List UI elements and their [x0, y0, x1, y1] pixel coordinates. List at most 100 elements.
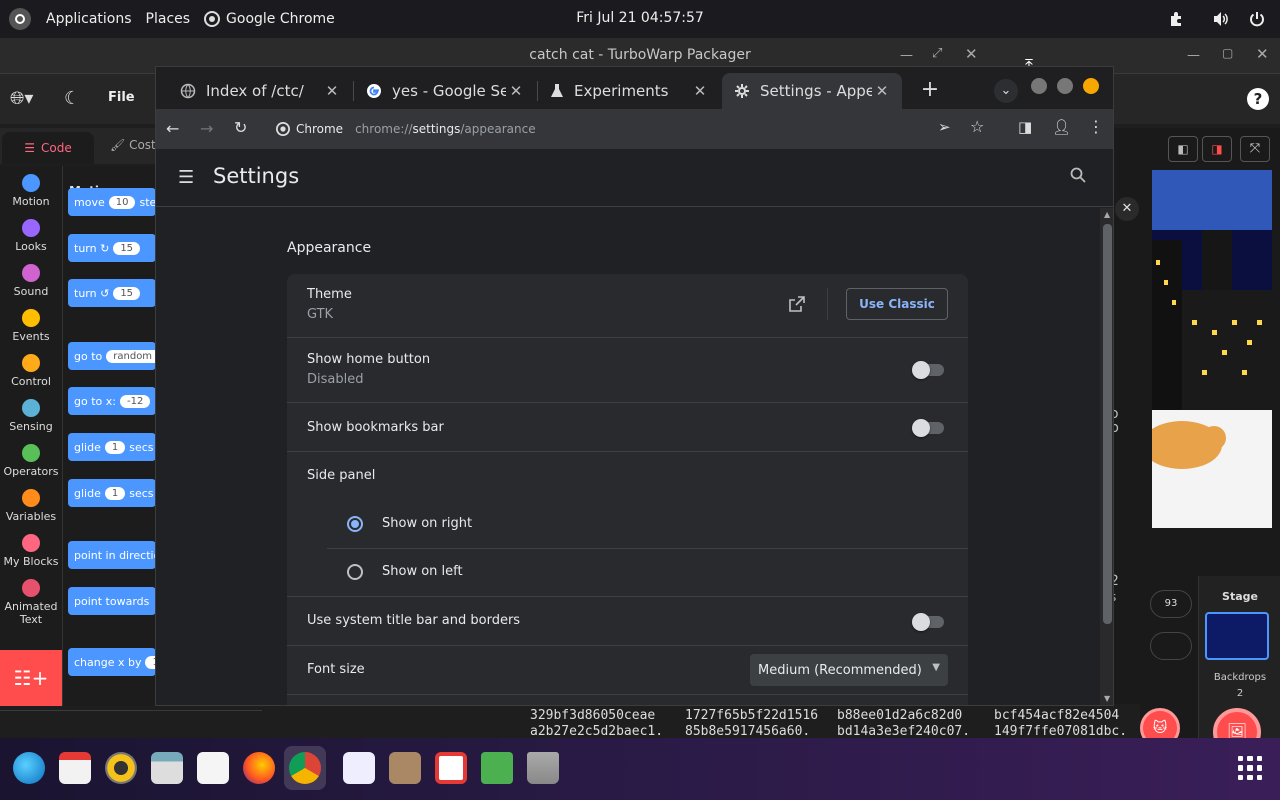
home-button-toggle[interactable] [912, 361, 944, 379]
trash-icon[interactable] [527, 752, 559, 784]
calendar-icon[interactable] [59, 752, 91, 784]
active-app-menu[interactable]: Google Chrome [204, 11, 335, 27]
window-close-button[interactable] [1083, 78, 1099, 94]
stage-close-icon[interactable]: ✕ [1115, 197, 1139, 221]
motion-block[interactable]: turn ↺ 15 [68, 279, 156, 307]
category-my-blocks[interactable]: My Blocks [0, 534, 62, 568]
moon-icon[interactable]: ☾ [64, 88, 80, 109]
block-input[interactable]: 1 [104, 486, 126, 500]
window-maximize-button[interactable] [1057, 78, 1073, 94]
scroll-down-icon[interactable]: ▼ [1104, 694, 1110, 703]
scrollbar[interactable]: ▲ ▼ [1100, 208, 1113, 705]
tab-close-icon[interactable]: ✕ [690, 81, 710, 101]
close-icon[interactable]: ✕ [965, 45, 978, 63]
chrome-dock-icon[interactable] [289, 752, 321, 784]
side-panel-icon[interactable]: ◨ [1018, 118, 1032, 136]
back-icon[interactable]: ← [166, 119, 179, 138]
tab-index-ctc[interactable]: Index of /ctc/ ✕ [168, 73, 352, 109]
block-input[interactable]: random p [106, 349, 156, 363]
motion-block[interactable]: go torandom p [68, 342, 156, 370]
outer-maximize-icon[interactable]: ▢ [1222, 46, 1233, 60]
power-icon[interactable] [1247, 9, 1267, 29]
text-editor-icon[interactable] [435, 752, 467, 784]
external-link-icon[interactable] [789, 296, 805, 312]
places-menu[interactable]: Places [146, 11, 191, 27]
activities-button[interactable] [8, 7, 32, 31]
motion-block[interactable]: point in direction [68, 541, 156, 569]
stage-thumbnail[interactable] [1205, 612, 1269, 660]
send-tab-icon[interactable]: ➢ [938, 118, 951, 136]
tab-settings[interactable]: Settings - Appearance ✕ [722, 73, 902, 109]
tab-google-search[interactable]: yes - Google Search ✕ [354, 73, 536, 109]
sprite-direction-field[interactable] [1150, 632, 1192, 660]
tab-code[interactable]: ☰ Code [2, 132, 94, 164]
tab-close-icon[interactable]: ✕ [322, 81, 342, 101]
profile-icon[interactable]: 👤︎ [1052, 118, 1071, 136]
new-tab-button[interactable]: + [916, 77, 944, 105]
minimize-icon[interactable]: — [900, 48, 913, 63]
volume-icon[interactable] [1211, 9, 1231, 29]
category-sound[interactable]: Sound [0, 264, 62, 298]
motion-block[interactable]: turn ↻ 15 [68, 234, 156, 262]
add-extension-button[interactable]: ☷+ [0, 650, 62, 706]
tab-search-icon[interactable]: ⌄ [994, 79, 1018, 103]
sprite-size-field[interactable]: 93 [1150, 590, 1192, 618]
forward-icon[interactable]: → [200, 119, 213, 138]
cat-app-icon[interactable] [389, 752, 421, 784]
motion-block[interactable]: point towards [68, 587, 156, 615]
home-button-row[interactable]: Show home button Disabled [287, 338, 968, 403]
block-input[interactable]: 1 [104, 440, 126, 454]
applications-menu[interactable]: Applications [46, 11, 132, 27]
file-menu[interactable]: File [108, 90, 135, 105]
firefox-icon[interactable] [243, 752, 275, 784]
file-manager-icon[interactable] [151, 752, 183, 784]
block-input[interactable]: -12 [119, 394, 151, 408]
maximize-icon[interactable]: ⤢ [932, 46, 942, 61]
settings-toggle-icon[interactable] [343, 752, 375, 784]
motion-block[interactable]: glide 1 secs [68, 433, 156, 461]
block-input[interactable]: 15 [113, 286, 141, 300]
outer-minimize-icon[interactable]: — [1187, 48, 1200, 63]
menu-kebab-icon[interactable]: ⋮ [1088, 117, 1104, 136]
outer-close-icon[interactable]: ✕ [1256, 45, 1269, 63]
font-size-select[interactable]: Medium (Recommended) ▼ [750, 654, 948, 686]
help-icon[interactable]: ? [1247, 88, 1269, 110]
scroll-up-icon[interactable]: ▲ [1104, 210, 1110, 219]
motion-block[interactable]: move 10 ste [68, 188, 156, 216]
software-store-icon[interactable] [197, 752, 229, 784]
music-player-icon[interactable] [105, 752, 137, 784]
motion-block[interactable]: change x by10 [68, 648, 156, 676]
motion-block[interactable]: glide 1 secs [68, 479, 156, 507]
block-input[interactable]: 15 [113, 241, 141, 255]
large-stage-icon[interactable]: ◨ [1202, 136, 1232, 162]
side-panel-right-radio[interactable] [347, 516, 363, 532]
omnibox[interactable]: Chrome chrome://settings/appearance [264, 114, 924, 144]
stage-panel[interactable]: Stage Backdrops 2 🖼︎ [1198, 576, 1280, 756]
bookmarks-bar-toggle[interactable] [912, 419, 944, 437]
browser-globe-icon[interactable] [13, 752, 45, 784]
globe-icon[interactable]: 🌐︎▾ [10, 88, 33, 109]
category-motion[interactable]: Motion [0, 174, 62, 208]
hamburger-menu-icon[interactable]: ☰ [178, 167, 194, 188]
reload-icon[interactable]: ↻ [234, 118, 247, 137]
app-grid-icon[interactable] [1238, 756, 1262, 780]
tab-experiments[interactable]: Experiments ✕ [538, 73, 720, 109]
stage-canvas[interactable] [1152, 170, 1272, 528]
small-stage-icon[interactable]: ◧ [1168, 136, 1198, 162]
system-title-bar-row[interactable]: Use system title bar and borders [287, 597, 968, 646]
category-variables[interactable]: Variables [0, 489, 62, 523]
side-panel-left-label[interactable]: Show on left [382, 564, 463, 579]
side-panel-left-radio[interactable] [347, 564, 363, 580]
category-control[interactable]: Control [0, 354, 62, 388]
scrollbar-thumb[interactable] [1103, 224, 1112, 624]
side-panel-right-label[interactable]: Show on right [382, 516, 472, 531]
block-input[interactable]: 10 [108, 195, 136, 209]
fullscreen-icon[interactable]: ⤧ [1240, 136, 1270, 162]
category-sensing[interactable]: Sensing [0, 399, 62, 433]
system-title-bar-toggle[interactable] [912, 613, 944, 631]
bookmark-star-icon[interactable]: ☆ [970, 117, 984, 136]
category-looks[interactable]: Looks [0, 219, 62, 253]
bookmarks-bar-row[interactable]: Show bookmarks bar [287, 403, 968, 452]
clock[interactable]: Fri Jul 21 04:57:57 [0, 10, 1280, 26]
settings-search-icon[interactable] [1070, 167, 1086, 183]
